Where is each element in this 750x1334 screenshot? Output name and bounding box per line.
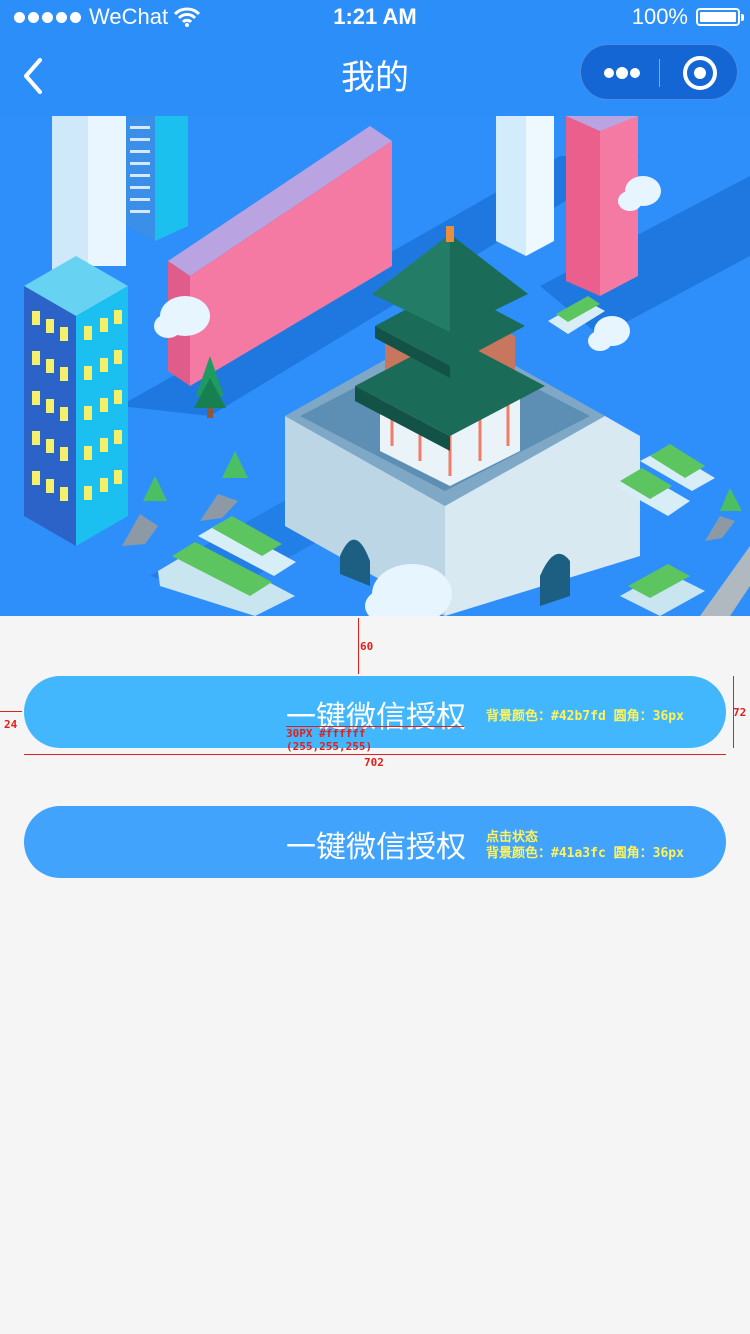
wechat-authorize-button-pressed[interactable]: 一键微信授权 点击状态 背景颜色：#41a3fc 圆角：36px — [24, 806, 726, 878]
pressed-state-note: 背景颜色：#41a3fc 圆角：36px — [486, 846, 684, 861]
normal-state-note: 背景颜色：#42b7fd 圆角：36px — [486, 709, 684, 724]
margin-measure-line — [0, 711, 22, 712]
menu-capsule — [580, 44, 738, 100]
height-measure-label: 72 — [733, 706, 747, 719]
status-right: 100% — [631, 4, 744, 30]
battery-fill — [700, 12, 736, 22]
more-dots-icon — [604, 67, 640, 79]
gap-measure-line — [358, 618, 359, 674]
margin-measure-label: 24 — [4, 718, 18, 731]
battery-icon — [696, 8, 744, 26]
width-measure-line — [24, 754, 726, 755]
city-illustration-banner — [0, 116, 750, 616]
target-circle-icon — [683, 56, 717, 90]
rgb-spec-label: (255,255,255) — [286, 740, 373, 753]
gap-measure-label: 60 — [360, 640, 374, 653]
font-spec-label: 30PX #ffffff — [286, 727, 366, 740]
more-button[interactable] — [581, 45, 659, 101]
width-measure-label: 702 — [364, 756, 384, 769]
status-bar: WeChat 1:21 AM 100% — [0, 0, 750, 36]
wechat-authorize-button[interactable]: 一键微信授权 背景颜色：#42b7fd 圆角：36px — [24, 676, 726, 748]
authorize-button-label-pressed: 一键微信授权 — [286, 830, 466, 865]
close-miniprogram-button[interactable] — [659, 45, 737, 101]
battery-percent: 100% — [631, 4, 688, 29]
bell-tower-illustration — [24, 116, 750, 616]
navigation-bar: 我的 — [0, 36, 750, 116]
